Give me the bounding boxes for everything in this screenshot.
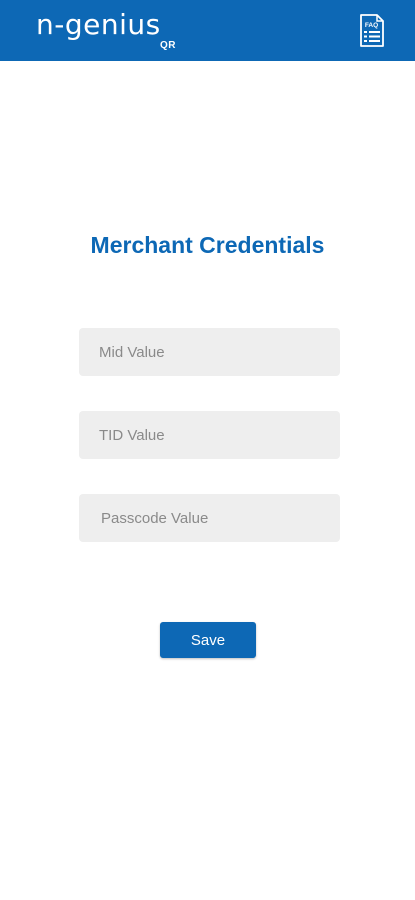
n-genius-logo: n-genius QR bbox=[36, 8, 176, 52]
logo-sub-text: QR bbox=[160, 40, 176, 51]
mid-input[interactable] bbox=[79, 328, 340, 376]
app-header: n-genius QR FAQ bbox=[0, 0, 415, 61]
faq-document-icon: FAQ bbox=[360, 14, 384, 47]
faq-button[interactable]: FAQ bbox=[359, 13, 385, 48]
page-title: Merchant Credentials bbox=[90, 232, 325, 258]
tid-input[interactable] bbox=[79, 411, 340, 459]
logo-text: n-genius bbox=[36, 8, 161, 41]
passcode-input[interactable] bbox=[79, 494, 340, 542]
merchant-credentials-screen: n-genius QR FAQ Merchant Credentials Sav… bbox=[0, 0, 415, 900]
save-button[interactable]: Save bbox=[160, 622, 256, 658]
faq-icon-label: FAQ bbox=[365, 22, 378, 29]
